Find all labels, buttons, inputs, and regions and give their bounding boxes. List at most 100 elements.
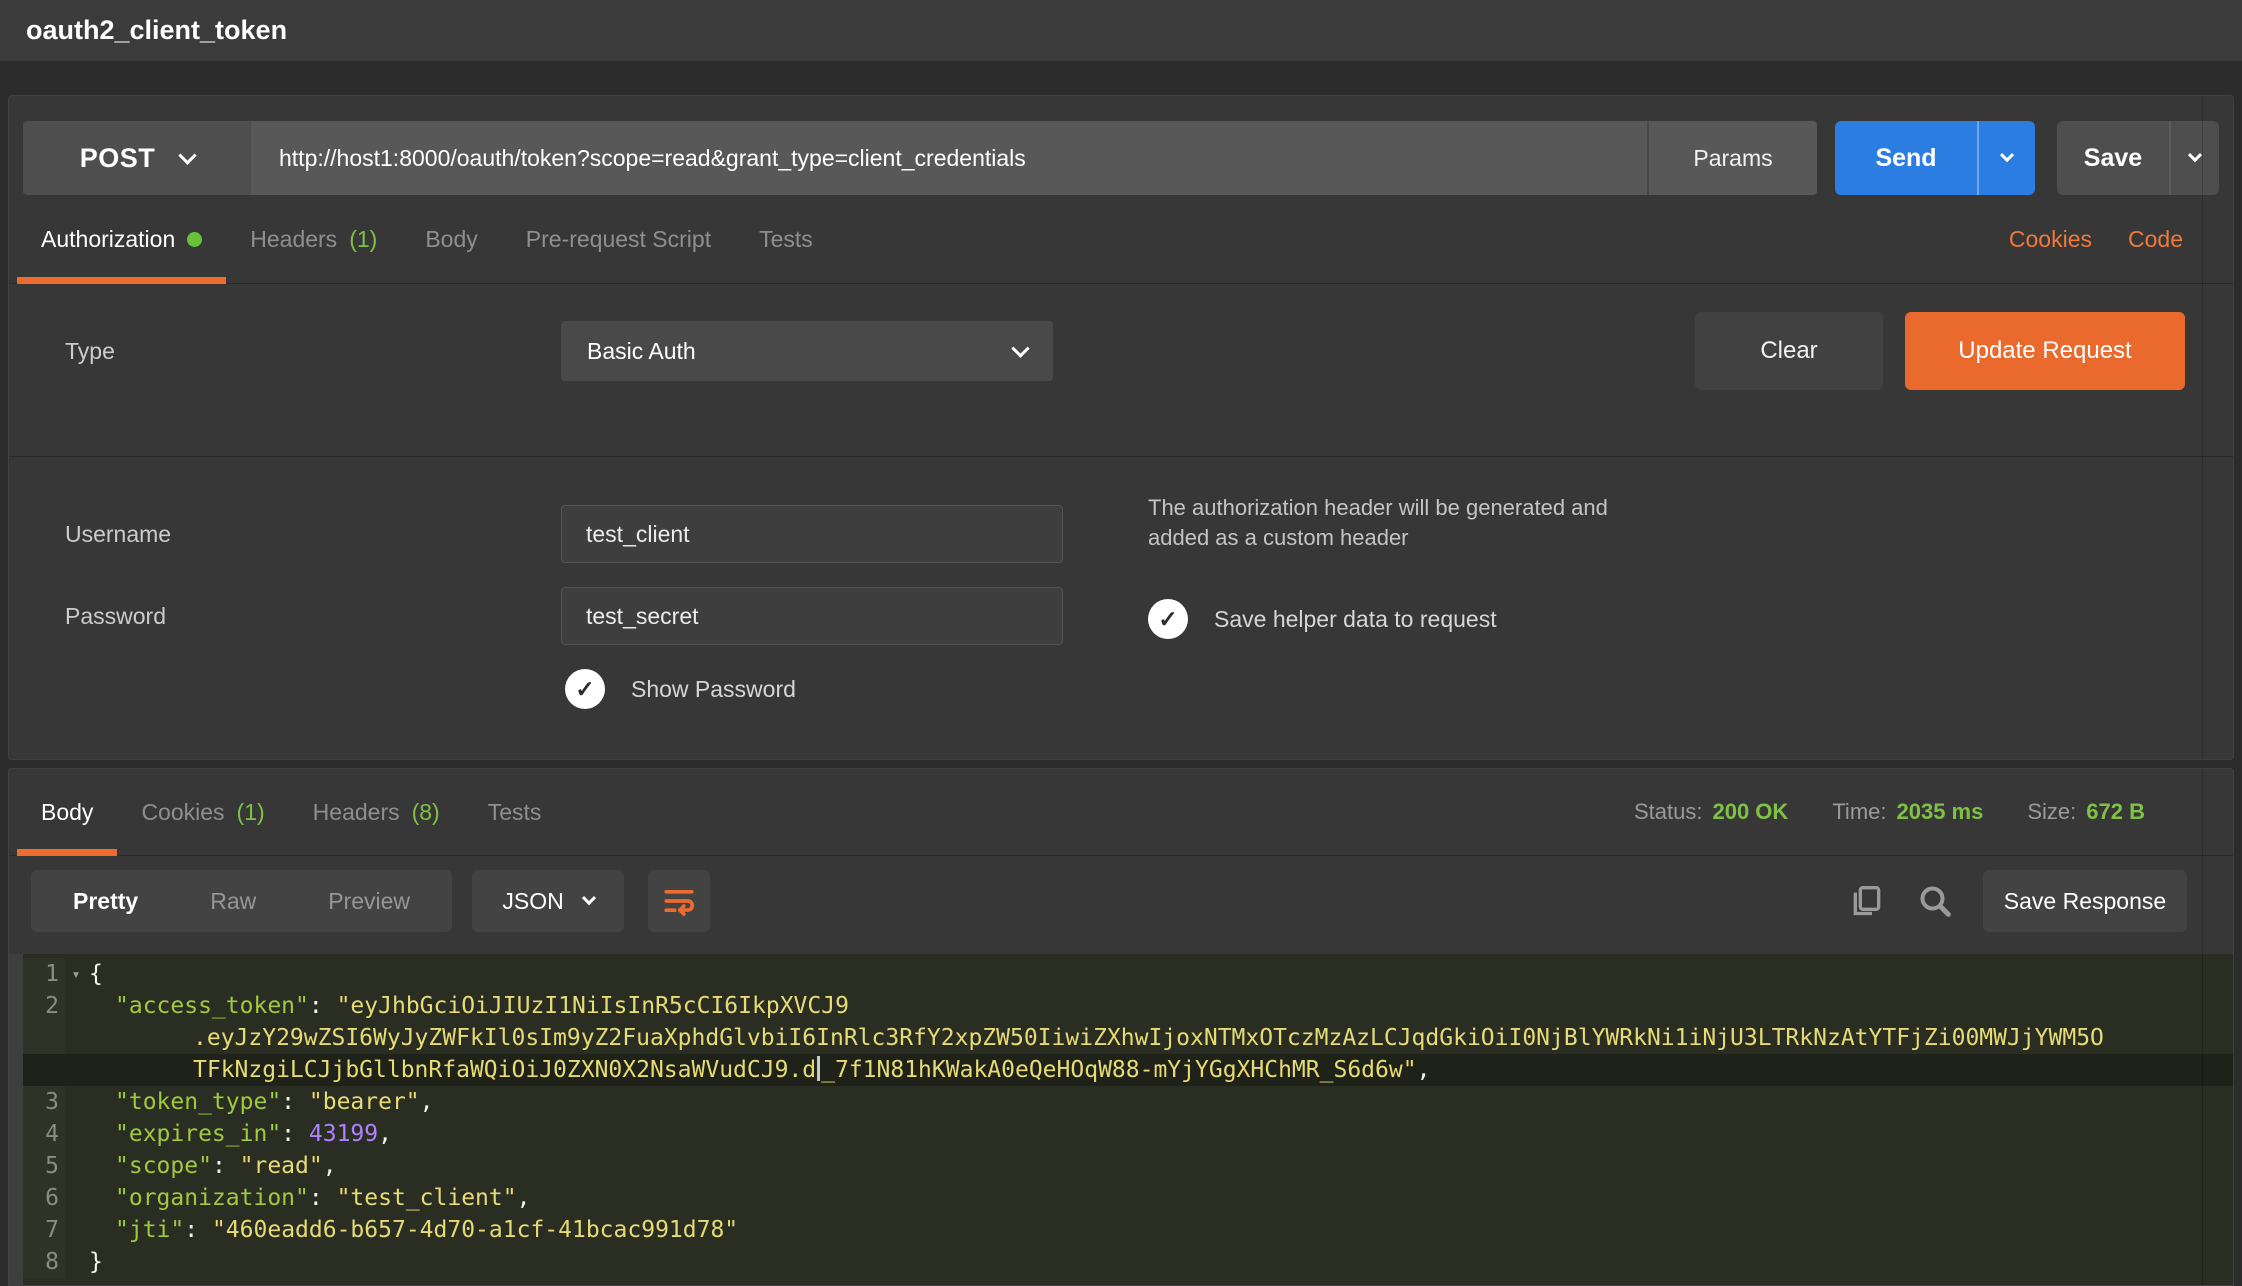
fold-spacer — [65, 1150, 87, 1182]
tab-authorization[interactable]: Authorization — [17, 195, 226, 283]
url-input[interactable] — [251, 121, 1647, 195]
code-line: 6"organization": "test_client", — [23, 1182, 2233, 1214]
send-options-button[interactable] — [1979, 121, 2035, 195]
code-line: 4"expires_in": 43199, — [23, 1118, 2233, 1150]
save-button-group: Save — [2057, 121, 2219, 195]
response-tabs: Body Cookies (1) Headers (8) Tests Statu… — [9, 769, 2233, 856]
tab-count: (8) — [412, 799, 440, 826]
fold-spacer — [65, 1214, 87, 1246]
fold-spacer — [65, 1118, 87, 1150]
time-label: Time: — [1832, 799, 1886, 825]
chevron-down-icon — [179, 146, 197, 164]
size-label: Size: — [2027, 799, 2076, 825]
text-cursor — [817, 1056, 820, 1081]
response-tab-tests[interactable]: Tests — [464, 769, 566, 855]
tab-label: Pre-request Script — [526, 226, 711, 253]
code-text: "organization": "test_client", — [87, 1182, 530, 1214]
clear-button[interactable]: Clear — [1695, 312, 1883, 390]
tab-label: Cookies — [141, 799, 224, 826]
response-tab-cookies[interactable]: Cookies (1) — [117, 769, 288, 855]
tab-count: (1) — [237, 799, 265, 826]
auth-type-row: Type Basic Auth Clear Update Request — [9, 312, 2233, 390]
code-left-margin — [9, 954, 23, 1285]
code-line: 8} — [23, 1246, 2233, 1278]
send-button[interactable]: Send — [1835, 121, 1979, 195]
wrap-text-button[interactable] — [648, 870, 710, 932]
request-title: oauth2_client_token — [26, 15, 287, 46]
auth-type-value: Basic Auth — [587, 338, 696, 365]
tab-body[interactable]: Body — [401, 195, 501, 283]
type-label: Type — [9, 338, 561, 365]
code-text: "access_token": "eyJhbGciOiJIUzI1NiIsInR… — [87, 990, 849, 1022]
line-number — [23, 1054, 65, 1086]
request-url-bar: POST Params Send Save — [23, 121, 2219, 195]
request-titlebar: oauth2_client_token — [0, 0, 2242, 62]
password-label: Password — [9, 603, 561, 630]
auth-actions: Clear Update Request — [1695, 312, 2185, 390]
chevron-down-icon — [582, 891, 596, 905]
line-number: 7 — [23, 1214, 65, 1246]
line-number — [23, 1022, 65, 1054]
save-button[interactable]: Save — [2057, 121, 2171, 195]
line-number: 5 — [23, 1150, 65, 1182]
status-value: 200 OK — [1712, 799, 1788, 825]
fold-toggle-icon[interactable]: ▾ — [65, 958, 87, 990]
send-button-group: Send — [1835, 121, 2035, 195]
chevron-down-icon — [2000, 148, 2014, 162]
show-password-checkbox[interactable]: ✓ — [565, 669, 605, 709]
code-text: } — [87, 1246, 103, 1278]
method-label: POST — [80, 143, 156, 174]
view-preview[interactable]: Preview — [292, 888, 446, 915]
auth-type-select[interactable]: Basic Auth — [561, 321, 1053, 381]
request-tabs: Authorization Headers (1) Body Pre-reque… — [9, 195, 2233, 284]
view-raw[interactable]: Raw — [174, 888, 292, 915]
code-line: 1▾{ — [23, 958, 2233, 990]
username-input[interactable] — [561, 505, 1063, 563]
tab-pre-request-script[interactable]: Pre-request Script — [502, 195, 735, 283]
copy-response-button[interactable] — [1847, 881, 1887, 921]
update-request-button[interactable]: Update Request — [1905, 312, 2185, 390]
line-number: 4 — [23, 1118, 65, 1150]
view-pretty[interactable]: Pretty — [37, 888, 174, 915]
save-options-button[interactable] — [2171, 121, 2219, 195]
response-panel: Body Cookies (1) Headers (8) Tests Statu… — [8, 768, 2234, 1286]
cookies-link[interactable]: Cookies — [2009, 226, 2092, 253]
time-value: 2035 ms — [1897, 799, 1984, 825]
password-row: Password — [9, 587, 2233, 645]
save-response-button[interactable]: Save Response — [1983, 870, 2187, 932]
code-line: 2 "access_token": "eyJhbGciOiJIUzI1NiIsIn… — [23, 990, 2233, 1022]
password-input[interactable] — [561, 587, 1063, 645]
line-number: 2 — [23, 990, 65, 1022]
save-helper-label: Save helper data to request — [1214, 606, 1497, 633]
tab-label: Authorization — [41, 226, 175, 253]
params-button[interactable]: Params — [1647, 121, 1817, 195]
chevron-down-icon — [2188, 148, 2202, 162]
tab-count: (1) — [349, 226, 377, 253]
search-response-button[interactable] — [1915, 881, 1955, 921]
response-tab-headers[interactable]: Headers (8) — [289, 769, 464, 855]
format-select[interactable]: JSON — [472, 870, 624, 932]
code-link[interactable]: Code — [2128, 226, 2183, 253]
fold-spacer — [65, 990, 87, 1022]
status-badge: Status: 200 OK — [1634, 799, 1788, 825]
search-icon — [1915, 881, 1955, 921]
method-dropdown[interactable]: POST — [23, 121, 251, 195]
line-number: 8 — [23, 1246, 65, 1278]
code-text: "jti": "460eadd6-b657-4d70-a1cf-41bcac99… — [87, 1214, 738, 1246]
tab-tests[interactable]: Tests — [735, 195, 837, 283]
fold-spacer — [65, 1246, 87, 1278]
tab-label: Tests — [488, 799, 542, 826]
response-tab-body[interactable]: Body — [17, 769, 117, 855]
basic-auth-form: Username Password ✓ Show Password The au… — [9, 457, 2233, 709]
chevron-down-icon — [1011, 339, 1029, 357]
auth-helper-column: The authorization header will be generat… — [1148, 493, 1768, 639]
tab-label: Headers — [250, 226, 337, 253]
username-row: Username — [9, 505, 2233, 563]
code-line: TFkNzgiLCJjbGllbnRfaWQiOiJ0ZXN0X2NsaWVud… — [23, 1054, 2233, 1086]
tab-label: Body — [41, 799, 93, 826]
response-body-viewer[interactable]: 1▾{2 "access_token": "eyJhbGciOiJIUzI1NiI… — [9, 954, 2233, 1285]
line-number: 1 — [23, 958, 65, 990]
save-helper-checkbox[interactable]: ✓ — [1148, 599, 1188, 639]
tab-headers[interactable]: Headers (1) — [226, 195, 401, 283]
time-badge: Time: 2035 ms — [1832, 799, 1983, 825]
